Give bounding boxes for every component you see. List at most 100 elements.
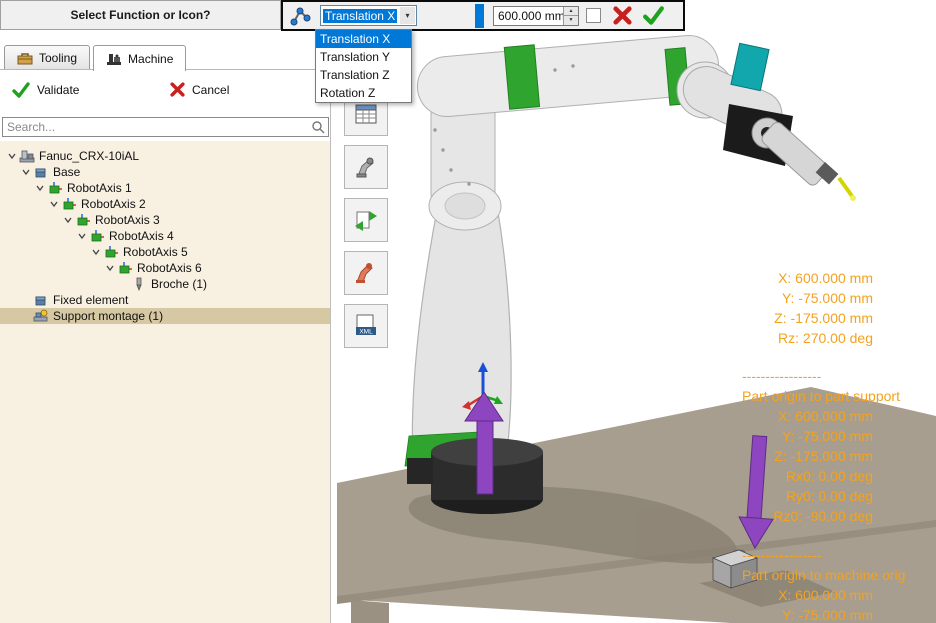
panel-header: Select Function or Icon? [0, 0, 281, 30]
search-box [2, 117, 329, 137]
expander-chevron[interactable] [20, 167, 32, 177]
table-leg [351, 600, 389, 623]
robot-upper-arm [415, 33, 721, 230]
overlay-text-line: X: 600.000 mm [742, 585, 873, 605]
robot-axis-icon [89, 229, 105, 243]
tab-tooling[interactable]: Tooling [4, 45, 90, 69]
machine-panel: Select Function or Icon? Tooling Machine [0, 0, 331, 623]
expander-chevron[interactable] [62, 215, 74, 225]
transfer-arrows-icon [353, 207, 379, 233]
expander-chevron[interactable] [104, 263, 116, 273]
tree-item-robotaxis-3[interactable]: RobotAxis 3 [0, 212, 330, 228]
tree-item-robotaxis-6[interactable]: RobotAxis 6 [0, 260, 330, 276]
overlay-text-line: Rz: 270.00 deg [745, 328, 873, 348]
position-overlay: X: 600.000 mmY: -75.000 mmZ: -175.000 mm… [745, 268, 873, 348]
overlay-text-line: ----------------- [742, 366, 900, 386]
kinematics-icon [288, 4, 314, 28]
validate-label: Validate [37, 83, 79, 97]
side-toolbar: XML [344, 92, 388, 348]
machine-tree: Fanuc_CRX-10iALBaseRobotAxis 1 RobotAxis … [0, 141, 330, 623]
machine-origin-overlay: -----------------Part origin to machine … [742, 545, 905, 623]
tree-item-label: Fixed element [53, 293, 134, 307]
overlay-text-line: X: 600.000 mm [745, 268, 873, 288]
overlay-text-line: Z: -175.000 mm [745, 308, 873, 328]
tree-item-label: Fanuc_CRX-10iAL [39, 149, 145, 163]
table-icon [353, 101, 379, 127]
spinner-down-button[interactable]: ▼ [564, 16, 578, 25]
expander-chevron[interactable] [34, 183, 46, 193]
validate-button[interactable]: Validate [12, 82, 79, 98]
cancel-button[interactable]: Cancel [170, 82, 229, 97]
tree-item-label: RobotAxis 6 [137, 261, 208, 275]
overlay-text-line: Y: -75.000 mm [742, 605, 873, 623]
machine-tab-icon [106, 52, 122, 66]
element-icon [33, 293, 49, 307]
robot-gripper-icon [353, 154, 379, 180]
distance-input[interactable]: 600.000 mm ▲ ▼ [493, 6, 579, 26]
overlay-text-line: Part origin to part support [742, 386, 900, 406]
dropdown-value: Translation X [323, 9, 397, 23]
tree-item-label: Broche (1) [151, 277, 213, 291]
apply-check-icon [642, 6, 665, 25]
expander-chevron[interactable] [6, 151, 18, 161]
robot-tool [723, 43, 856, 201]
dropdown-list: Translation XTranslation YTranslation ZR… [315, 29, 412, 103]
tree-item-label: RobotAxis 1 [67, 181, 138, 195]
green-band [504, 45, 539, 109]
robot-arm-icon [353, 260, 379, 286]
tab-bar: Tooling Machine [4, 45, 186, 70]
tree-item-broche-1[interactable]: Broche (1) [0, 276, 330, 292]
tab-machine[interactable]: Machine [93, 45, 186, 71]
option-checkbox[interactable] [586, 8, 601, 23]
tree-item-robotaxis-1[interactable]: RobotAxis 1 [0, 180, 330, 196]
tree-item-fanuc-crx-10ial[interactable]: Fanuc_CRX-10iAL [0, 148, 330, 164]
robot-axis-icon [47, 181, 63, 195]
tree-item-base[interactable]: Base [0, 164, 330, 180]
overlay-text-line: Part origin to machine orig [742, 565, 905, 585]
spindle-icon [131, 277, 147, 291]
chevron-down-icon[interactable]: ▾ [400, 7, 415, 24]
tree-item-robotaxis-2[interactable]: RobotAxis 2 [0, 196, 330, 212]
element-icon [33, 165, 49, 179]
xml-export-button[interactable]: XML [344, 304, 388, 348]
part-support-overlay: -----------------Part origin to part sup… [742, 366, 900, 526]
robot-lower-arm [405, 206, 511, 466]
robot-axis-icon [61, 197, 77, 211]
robot-arm-button[interactable] [344, 251, 388, 295]
overlay-text-line: ----------------- [742, 545, 905, 565]
expander-chevron[interactable] [90, 247, 102, 257]
robot-axis-icon [117, 261, 133, 275]
svg-text:XML: XML [359, 329, 373, 336]
overlay-text-line: Rz0: -90.00 deg [742, 506, 873, 526]
support-icon [33, 309, 49, 323]
tree-item-label: RobotAxis 3 [95, 213, 166, 227]
overlay-text-line: Z: -175.000 mm [742, 446, 873, 466]
dropdown-option[interactable]: Translation Z [316, 66, 411, 84]
apply-transform-button[interactable] [642, 6, 665, 25]
tree-item-fixed-element[interactable]: Fixed element [0, 292, 330, 308]
dropdown-option[interactable]: Translation X [316, 30, 411, 48]
tree-item-label: RobotAxis 4 [109, 229, 180, 243]
toolbox-icon [17, 51, 33, 65]
expander-chevron[interactable] [76, 231, 88, 241]
tree-item-support-montage-1[interactable]: Support montage (1) [0, 308, 330, 324]
robot-gripper-button[interactable] [344, 145, 388, 189]
machine-icon [19, 149, 35, 163]
slider-handle[interactable] [475, 4, 484, 28]
dropdown-option[interactable]: Translation Y [316, 48, 411, 66]
dropdown-option[interactable]: Rotation Z [316, 84, 411, 102]
transfer-button[interactable] [344, 198, 388, 242]
cancel-transform-button[interactable] [613, 6, 632, 25]
overlay-text-line: X: 600.000 mm [742, 406, 873, 426]
overlay-text-line: Rx0: 0.00 deg [742, 466, 873, 486]
transform-type-dropdown[interactable]: Translation X ▾ [320, 5, 417, 26]
distance-value: 600.000 mm [498, 9, 565, 23]
overlay-text-line: Ry0: 0.00 deg [742, 486, 873, 506]
spinner-up-button[interactable]: ▲ [564, 7, 578, 17]
tree-item-robotaxis-5[interactable]: RobotAxis 5 [0, 244, 330, 260]
tree-item-label: RobotAxis 2 [81, 197, 152, 211]
search-input[interactable] [3, 120, 310, 134]
robot-axis-icon [103, 245, 119, 259]
tree-item-robotaxis-4[interactable]: RobotAxis 4 [0, 228, 330, 244]
expander-chevron[interactable] [48, 199, 60, 209]
